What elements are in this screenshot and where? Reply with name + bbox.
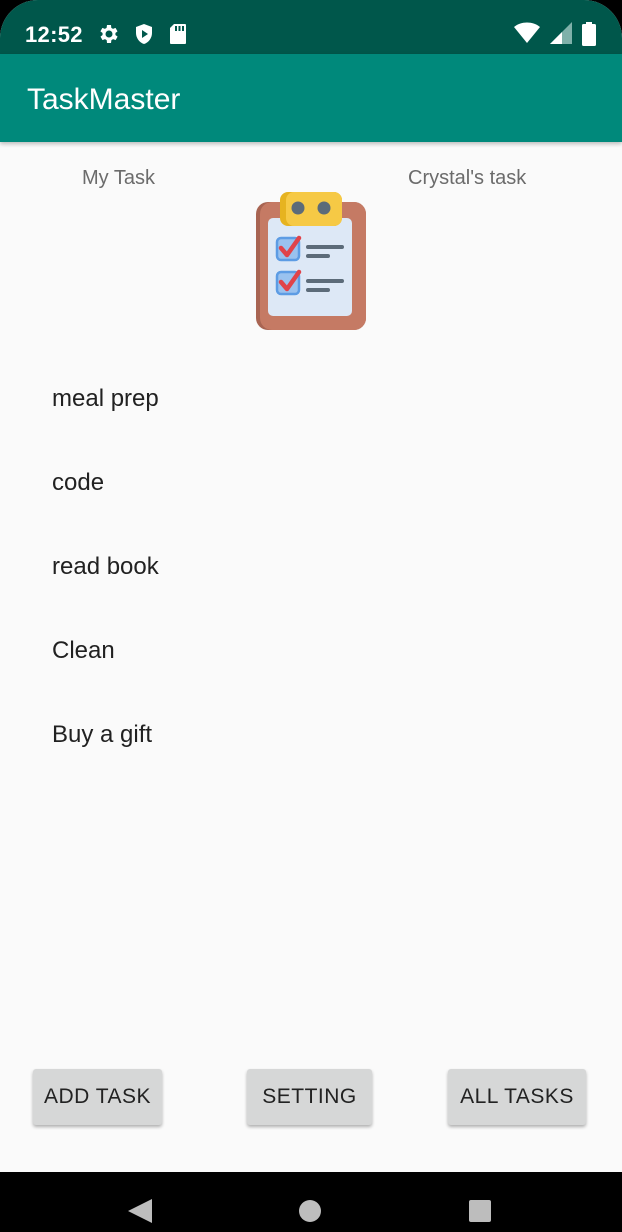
recents-icon[interactable] bbox=[462, 1172, 498, 1232]
shield-play-icon bbox=[136, 24, 152, 44]
task-item[interactable]: Buy a gift bbox=[52, 720, 159, 804]
setting-button[interactable]: SETTING bbox=[247, 1069, 372, 1125]
app-title: TaskMaster bbox=[27, 83, 181, 116]
my-task-label: My Task bbox=[82, 167, 155, 189]
task-item[interactable]: code bbox=[52, 468, 159, 552]
wifi-icon bbox=[514, 22, 540, 43]
task-item[interactable]: Clean bbox=[52, 636, 159, 720]
signal-icon bbox=[550, 22, 572, 44]
crystal-task-label: Crystal's task bbox=[408, 167, 527, 189]
sd-card-icon bbox=[170, 24, 186, 44]
back-icon[interactable] bbox=[122, 1172, 158, 1232]
settings-gear-icon bbox=[100, 25, 118, 43]
status-bar: 12:52 bbox=[0, 0, 622, 54]
battery-icon bbox=[582, 22, 596, 46]
task-list: meal prep code read book Clean Buy a gif… bbox=[52, 384, 159, 804]
app-bar: TaskMaster bbox=[0, 54, 622, 142]
task-item[interactable]: meal prep bbox=[52, 384, 159, 468]
all-tasks-button[interactable]: ALL TASKS bbox=[448, 1069, 586, 1125]
add-task-button[interactable]: ADD TASK bbox=[33, 1069, 162, 1125]
navigation-bar bbox=[0, 1172, 622, 1232]
task-item[interactable]: read book bbox=[52, 552, 159, 636]
home-icon[interactable] bbox=[292, 1172, 328, 1232]
status-time: 12:52 bbox=[25, 22, 83, 47]
app-screen: 12:52 TaskMaster My Task Crystal's task … bbox=[0, 0, 622, 1232]
clipboard-checklist-icon bbox=[256, 192, 366, 330]
